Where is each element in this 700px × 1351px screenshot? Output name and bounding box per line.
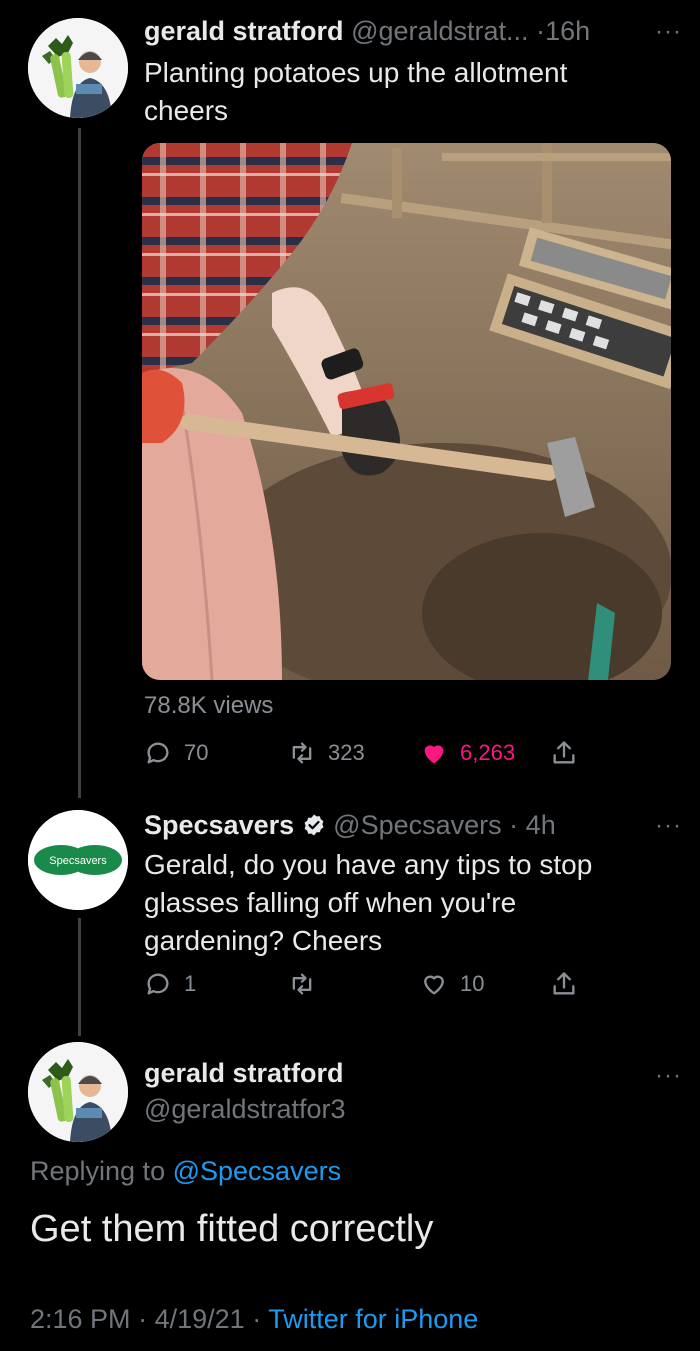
view-count: 78.8K views: [144, 692, 274, 719]
verified-badge-icon: [304, 814, 324, 836]
tweet2-text: Gerald, do you have any tips to stop gla…: [144, 846, 592, 960]
like-icon: [424, 745, 444, 764]
tweet2-actions: 1 10: [144, 970, 604, 1010]
timestamp[interactable]: 16h: [545, 16, 590, 46]
tweet3-handle[interactable]: @geraldstratfor3: [144, 1094, 346, 1125]
like-button[interactable]: 10: [420, 970, 484, 998]
specsavers-logo-icon: Specsavers: [28, 810, 128, 910]
avatar-gerald[interactable]: [28, 1042, 128, 1142]
thread-line-2: [78, 918, 81, 1036]
more-icon[interactable]: ···: [655, 1062, 682, 1090]
tweet2-text-line: Gerald, do you have any tips to stop: [144, 849, 593, 880]
retweet-button[interactable]: [288, 970, 328, 998]
tweet1-header: gerald stratford @geraldstrat... ·16h: [144, 16, 590, 47]
handle[interactable]: @geraldstratfor3: [144, 1094, 346, 1124]
display-name[interactable]: gerald stratford: [144, 16, 344, 46]
tweet1-actions: 70 323 6,263: [144, 739, 604, 779]
reply-count: 70: [184, 740, 209, 765]
like-count: 6,263: [460, 740, 516, 765]
like-count: 10: [460, 971, 485, 996]
tweet1-text-line: Planting potatoes up the allotment: [144, 57, 568, 88]
reply-icon: [147, 973, 169, 995]
retweet-icon: [292, 973, 312, 995]
gerald-avatar-illustration: [28, 18, 128, 118]
tweet3-text: Get them fitted correctly: [30, 1208, 434, 1250]
handle[interactable]: @geraldstrat...: [351, 16, 528, 46]
more-icon[interactable]: ···: [655, 18, 682, 46]
dot-separator: ·: [536, 16, 546, 46]
retweet-icon: [292, 742, 312, 764]
share-icon: [553, 972, 575, 995]
reply-button[interactable]: 70: [144, 739, 208, 767]
replying-prefix: Replying to: [30, 1156, 166, 1186]
tweet1-video[interactable]: [142, 143, 671, 680]
meta-separator: ·: [252, 1304, 262, 1334]
reply-button[interactable]: 1: [144, 970, 196, 998]
replying-to: Replying to @Specsavers: [30, 1156, 341, 1187]
retweet-count: 323: [328, 740, 365, 765]
tweet1-text-line: cheers: [144, 95, 229, 126]
tweet3-display-name[interactable]: gerald stratford: [144, 1058, 344, 1089]
share-button[interactable]: [550, 739, 578, 767]
gerald-avatar-illustration: [28, 1042, 128, 1142]
tweet-source-link[interactable]: Twitter for iPhone: [268, 1304, 478, 1334]
tweet-time[interactable]: 2:16 PM: [30, 1304, 131, 1334]
specsavers-logo-text: Specsavers: [49, 855, 107, 867]
handle[interactable]: @Specsavers: [333, 810, 501, 840]
avatar-specsavers[interactable]: Specsavers: [28, 810, 128, 910]
like-button[interactable]: 6,263: [420, 739, 515, 767]
meta-separator: ·: [138, 1304, 148, 1334]
display-name[interactable]: gerald stratford: [144, 1058, 344, 1088]
replying-handle-link[interactable]: @Specsavers: [173, 1156, 341, 1186]
tweet1-text: Planting potatoes up the allotment cheer…: [144, 54, 567, 130]
share-button[interactable]: [550, 970, 578, 998]
tweet2-header: Specsavers @Specsavers · 4h: [144, 810, 556, 841]
like-icon: [424, 975, 444, 995]
video-frame-illustration: [142, 143, 671, 680]
timestamp[interactable]: 4h: [526, 810, 556, 840]
display-name[interactable]: Specsavers: [144, 810, 294, 840]
avatar-gerald[interactable]: [28, 18, 128, 118]
tweet3-meta: 2:16 PM · 4/19/21 · Twitter for iPhone: [30, 1304, 478, 1335]
more-icon[interactable]: ···: [655, 812, 682, 840]
tweet2-text-line: gardening? Cheers: [144, 925, 383, 956]
reply-count: 1: [184, 971, 197, 996]
share-icon: [553, 741, 575, 764]
thread-line-1: [78, 128, 81, 798]
reply-icon: [147, 742, 169, 764]
retweet-button[interactable]: 323: [288, 739, 365, 767]
tweet2-text-line: glasses falling off when you're: [144, 887, 517, 918]
tweet-date[interactable]: 4/19/21: [155, 1304, 245, 1334]
dot-separator: ·: [509, 810, 519, 840]
